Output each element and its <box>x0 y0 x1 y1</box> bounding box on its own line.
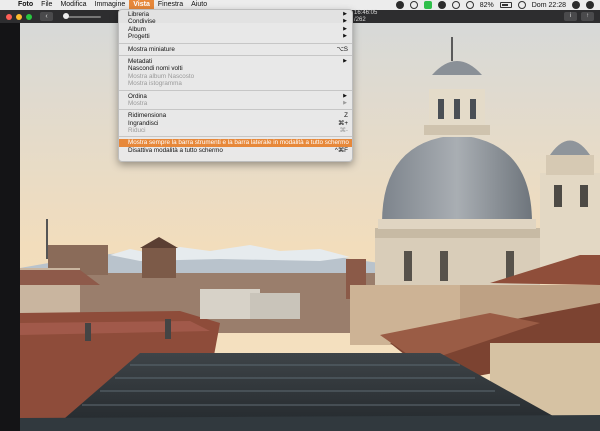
menu-item-nascondi-volti[interactable]: Nascondi nomi volti <box>119 65 352 72</box>
status-sync-icon[interactable] <box>451 1 460 9</box>
menu-item-mostra-album-nascosto: Mostra album Nascosto <box>128 72 195 80</box>
menu-item-mostra-barra[interactable]: Mostra sempre la barra strumenti e la ba… <box>119 139 352 147</box>
photo-title-time: 16:46:05 <box>354 10 378 16</box>
photo-title: 16:46:05 /262 <box>354 10 377 23</box>
info-button[interactable]: i <box>564 12 577 21</box>
menubar-clock[interactable]: Dom 22:28 <box>532 2 566 9</box>
menu-item-mostra-miniature[interactable]: Mostra miniature ⌥S <box>119 46 352 53</box>
menu-item-ingrandisci[interactable]: Ingrandisci ⌘+ <box>119 120 352 127</box>
submenu-arrow-icon: ▶ <box>343 11 347 17</box>
zoom-slider[interactable] <box>63 12 101 19</box>
user-icon[interactable] <box>517 1 526 9</box>
menu-item-metadati[interactable]: Metadati ▶ <box>119 58 352 65</box>
status-area: 82% Dom 22:28 <box>395 1 600 9</box>
submenu-arrow-icon: ▶ <box>343 25 347 32</box>
wifi-icon[interactable] <box>465 1 474 9</box>
menu-foto[interactable]: Foto <box>14 0 37 10</box>
menu-modifica[interactable]: Modifica <box>56 0 90 10</box>
menu-item-ordina[interactable]: Ordina ▶ <box>119 93 352 100</box>
menu-separator <box>119 109 352 111</box>
battery-percent: 82% <box>479 1 494 9</box>
minimize-window-button[interactable] <box>16 13 22 20</box>
zoom-slider-knob[interactable] <box>63 12 69 19</box>
submenu-arrow-icon: ▶ <box>343 92 347 99</box>
battery-icon[interactable] <box>499 2 512 8</box>
shortcut-label: ^⌘F <box>334 146 348 154</box>
shortcut-label: ⌘- <box>339 127 348 135</box>
menu-item-progetti[interactable]: Progetti ▶ <box>119 33 352 40</box>
menu-item-libreria[interactable]: Libreria ▶ <box>119 11 352 18</box>
status-dark-app-icon[interactable] <box>437 1 446 9</box>
submenu-arrow-icon: ▶ <box>343 18 347 25</box>
menu-separator <box>119 54 352 56</box>
status-circle-icon[interactable] <box>409 1 418 9</box>
menu-file[interactable]: File <box>37 0 56 10</box>
menu-item-disattiva-tutto-schermo[interactable]: Disattiva modalità a tutto schermo ^⌘F <box>119 147 352 154</box>
submenu-arrow-icon: ▶ <box>343 57 347 64</box>
search-icon[interactable] <box>572 1 580 9</box>
shortcut-label: ⌥S <box>336 45 348 53</box>
menu-item-mostra-istogramma: Mostra istogramma <box>128 80 182 88</box>
control-center-icon[interactable] <box>586 1 594 9</box>
menu-separator <box>119 89 352 91</box>
share-button[interactable]: ↑ <box>581 12 594 21</box>
back-button[interactable]: ‹ <box>40 12 53 21</box>
submenu-arrow-icon: ▶ <box>343 99 347 106</box>
shortcut-label: Z <box>344 112 348 120</box>
menu-item-ridimensiona[interactable]: Ridimensiona Z <box>119 112 352 119</box>
vista-menu: Libreria ▶ Condivise ▶ Album ▶ Progetti ▶ Mo… <box>118 9 353 162</box>
status-green-app-icon[interactable] <box>423 1 432 9</box>
menu-separator <box>119 42 352 44</box>
menu-item-condivise[interactable]: Condivise ▶ <box>119 18 352 25</box>
status-app-icon[interactable] <box>395 1 404 9</box>
fullscreen-window-button[interactable] <box>26 13 32 20</box>
menu-separator <box>119 136 352 138</box>
sidebar-strip <box>0 23 20 431</box>
menu-item-album[interactable]: Album ▶ <box>119 26 352 33</box>
close-window-button[interactable] <box>6 13 12 20</box>
shortcut-label: ⌘+ <box>338 119 348 127</box>
menu-item-riduci: Riduci ⌘- <box>128 127 348 135</box>
menu-item-mostra: Mostra ▶ <box>128 99 347 107</box>
submenu-arrow-icon: ▶ <box>343 33 347 40</box>
